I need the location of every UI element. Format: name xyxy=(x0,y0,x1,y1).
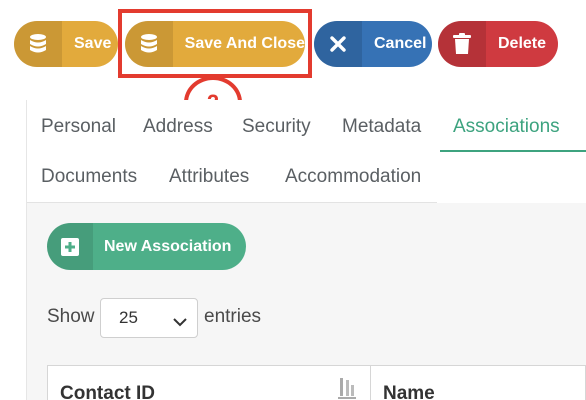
cancel-button-label: Cancel xyxy=(374,35,427,52)
entries-per-page-select[interactable]: 25 xyxy=(100,298,198,338)
plus-square-icon xyxy=(47,223,93,270)
tab-address[interactable]: Address xyxy=(143,116,213,138)
highlight-box xyxy=(118,9,312,78)
save-button-label: Save xyxy=(74,35,112,52)
tab-associations[interactable]: Associations xyxy=(453,116,560,138)
delete-button-label: Delete xyxy=(498,35,547,52)
tab-security[interactable]: Security xyxy=(242,116,311,138)
new-association-button[interactable]: New Association xyxy=(47,223,246,270)
tab-bar: Personal Address Security Metadata Assoc… xyxy=(27,100,586,202)
chevron-down-icon xyxy=(173,312,187,332)
entries-label: entries xyxy=(204,306,262,327)
column-divider xyxy=(370,365,371,400)
column-header-contact-id[interactable]: Contact ID xyxy=(60,383,155,400)
new-association-label: New Association xyxy=(104,237,232,255)
close-icon xyxy=(314,21,362,67)
database-icon xyxy=(14,21,62,67)
tab-documents[interactable]: Documents xyxy=(41,166,137,188)
tab-attributes[interactable]: Attributes xyxy=(169,166,249,188)
tab-personal[interactable]: Personal xyxy=(41,116,116,138)
column-header-name[interactable]: Name xyxy=(383,383,435,400)
active-tab-indicator xyxy=(440,150,586,152)
sort-icon[interactable] xyxy=(338,378,358,400)
tab-metadata[interactable]: Metadata xyxy=(342,116,421,138)
show-label: Show xyxy=(47,306,95,327)
tab-accommodation[interactable]: Accommodation xyxy=(285,166,421,188)
entries-per-page-value: 25 xyxy=(119,308,138,327)
save-button[interactable]: Save xyxy=(14,21,118,67)
cancel-button[interactable]: Cancel xyxy=(314,21,432,67)
trash-icon xyxy=(438,21,486,67)
delete-button[interactable]: Delete xyxy=(438,21,558,67)
